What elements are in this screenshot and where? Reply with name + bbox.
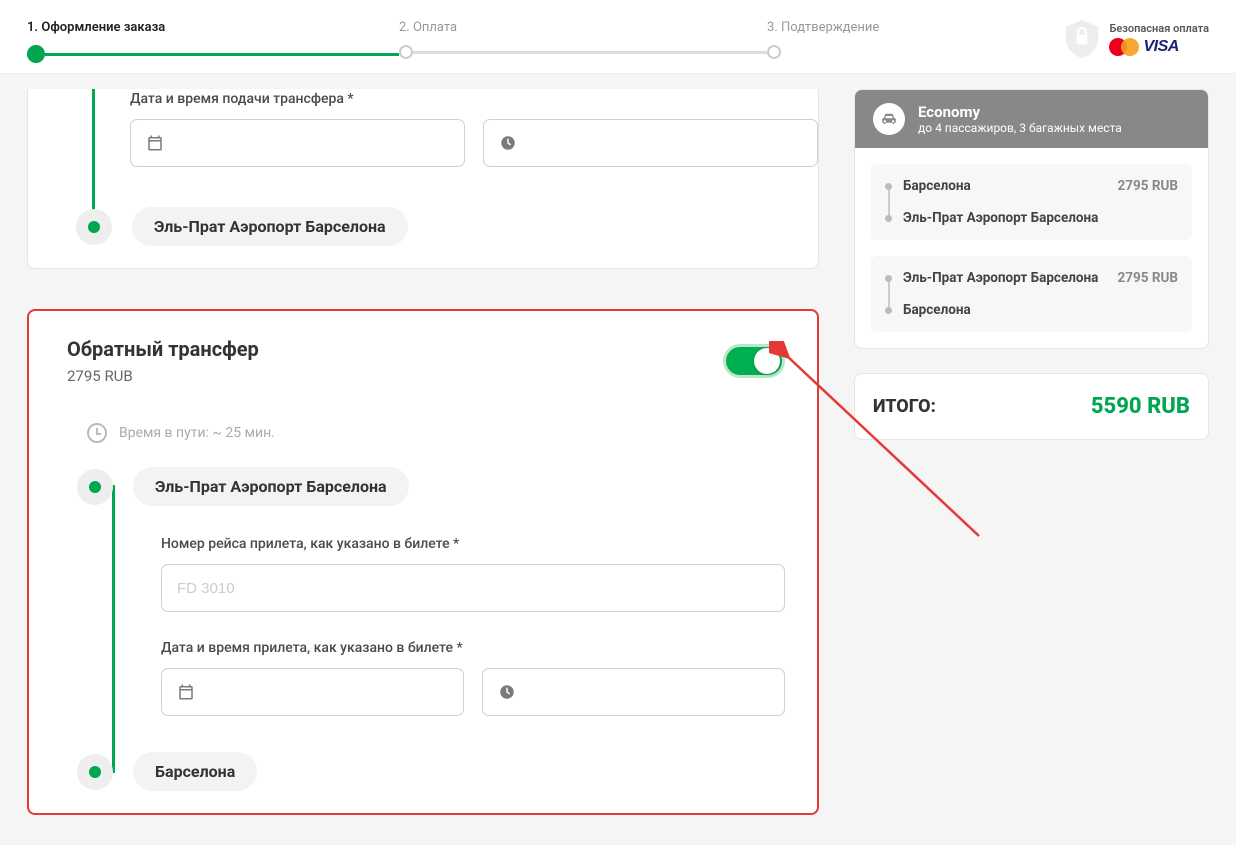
- vehicle-class-sub: до 4 пассажиров, 3 багажных места: [918, 121, 1122, 135]
- route-line: [112, 485, 115, 773]
- route-endpoint-icon: [77, 754, 113, 790]
- time-input[interactable]: [483, 119, 818, 167]
- transfer-block-outbound: Дата и время подачи трансфера * Эль-Прат…: [27, 89, 819, 269]
- trip1-to: Эль-Прат Аэропорт Барселона: [903, 210, 1118, 226]
- step-1[interactable]: 1. Оформление заказа: [27, 20, 399, 63]
- shield-icon: [1065, 20, 1099, 58]
- return-toggle[interactable]: [723, 344, 785, 378]
- return-destination-pill: Барселона: [133, 752, 257, 791]
- trip2-to: Барселона: [903, 302, 1118, 318]
- flight-number-label: Номер рейса прилета, как указано в билет…: [161, 536, 785, 552]
- summary-total: ИТОГО: 5590 RUB: [854, 373, 1209, 440]
- step-2[interactable]: 2. Оплата: [399, 20, 767, 59]
- return-date-input[interactable]: [161, 668, 464, 716]
- trip2-from: Эль-Прат Аэропорт Барселона: [903, 270, 1118, 302]
- calendar-icon: [146, 134, 164, 152]
- step-3[interactable]: 3. Подтверждение: [767, 20, 879, 59]
- trip2-price: 2795 RUB: [1118, 270, 1179, 286]
- summary-trip-1: Барселона Эль-Прат Аэропорт Барселона 27…: [871, 164, 1192, 240]
- summary-sidebar: Economy до 4 пассажиров, 3 багажных мест…: [854, 74, 1209, 440]
- route-endpoint-icon: [76, 209, 112, 245]
- return-time-input[interactable]: [482, 668, 785, 716]
- destination-pill: Эль-Прат Аэропорт Барселона: [132, 207, 408, 246]
- route-startpoint-icon: [77, 469, 113, 505]
- summary-card: Economy до 4 пассажиров, 3 багажных мест…: [854, 89, 1209, 349]
- step-line: [45, 53, 399, 56]
- mastercard-icon: [1109, 38, 1139, 56]
- travel-time: Время в пути: ~ 25 мин.: [87, 423, 785, 443]
- return-price: 2795 RUB: [67, 367, 259, 385]
- car-icon: [873, 103, 905, 135]
- total-label: ИТОГО:: [873, 396, 936, 417]
- mini-route-line: [888, 186, 890, 218]
- clock-icon: [87, 423, 107, 443]
- return-title: Обратный трансфер: [67, 337, 259, 361]
- step-line: [413, 51, 767, 54]
- transfer-block-return: Обратный трансфер 2795 RUB Время в пути:…: [27, 309, 819, 815]
- vehicle-class-title: Economy: [918, 103, 1122, 121]
- total-value: 5590 RUB: [1091, 394, 1190, 419]
- step-3-label: 3. Подтверждение: [767, 20, 879, 35]
- travel-time-text: Время в пути: ~ 25 мин.: [119, 425, 275, 441]
- arrival-datetime-label: Дата и время прилета, как указано в биле…: [161, 640, 785, 656]
- step-dot-icon: [27, 45, 45, 63]
- step-1-label: 1. Оформление заказа: [27, 20, 165, 35]
- secure-label: Безопасная оплата: [1109, 22, 1209, 35]
- vehicle-class-header: Economy до 4 пассажиров, 3 багажных мест…: [855, 90, 1208, 148]
- trip1-price: 2795 RUB: [1118, 178, 1179, 194]
- summary-trip-2: Эль-Прат Аэропорт Барселона Барселона 27…: [871, 256, 1192, 332]
- clock-icon: [499, 134, 517, 152]
- flight-number-input[interactable]: [161, 564, 785, 612]
- date-input[interactable]: [130, 119, 465, 167]
- trip1-from: Барселона: [903, 178, 1118, 210]
- step-dot-icon: [399, 45, 413, 59]
- clock-icon: [498, 683, 516, 701]
- step-2-label: 2. Оплата: [399, 20, 457, 35]
- secure-payment: Безопасная оплата VISA: [1065, 20, 1209, 58]
- mini-route-line: [888, 278, 890, 310]
- step-dot-icon: [767, 45, 781, 59]
- route-line: [92, 89, 95, 228]
- progress-header: 1. Оформление заказа 2. Оплата 3. Подтве…: [0, 0, 1236, 74]
- datetime-label: Дата и время подачи трансфера *: [130, 91, 818, 107]
- calendar-icon: [177, 683, 195, 701]
- main-column: Дата и время подачи трансфера * Эль-Прат…: [27, 74, 819, 815]
- progress-steps: 1. Оформление заказа 2. Оплата 3. Подтве…: [27, 20, 1035, 63]
- origin-pill: Эль-Прат Аэропорт Барселона: [133, 467, 409, 506]
- visa-icon: VISA: [1143, 38, 1178, 56]
